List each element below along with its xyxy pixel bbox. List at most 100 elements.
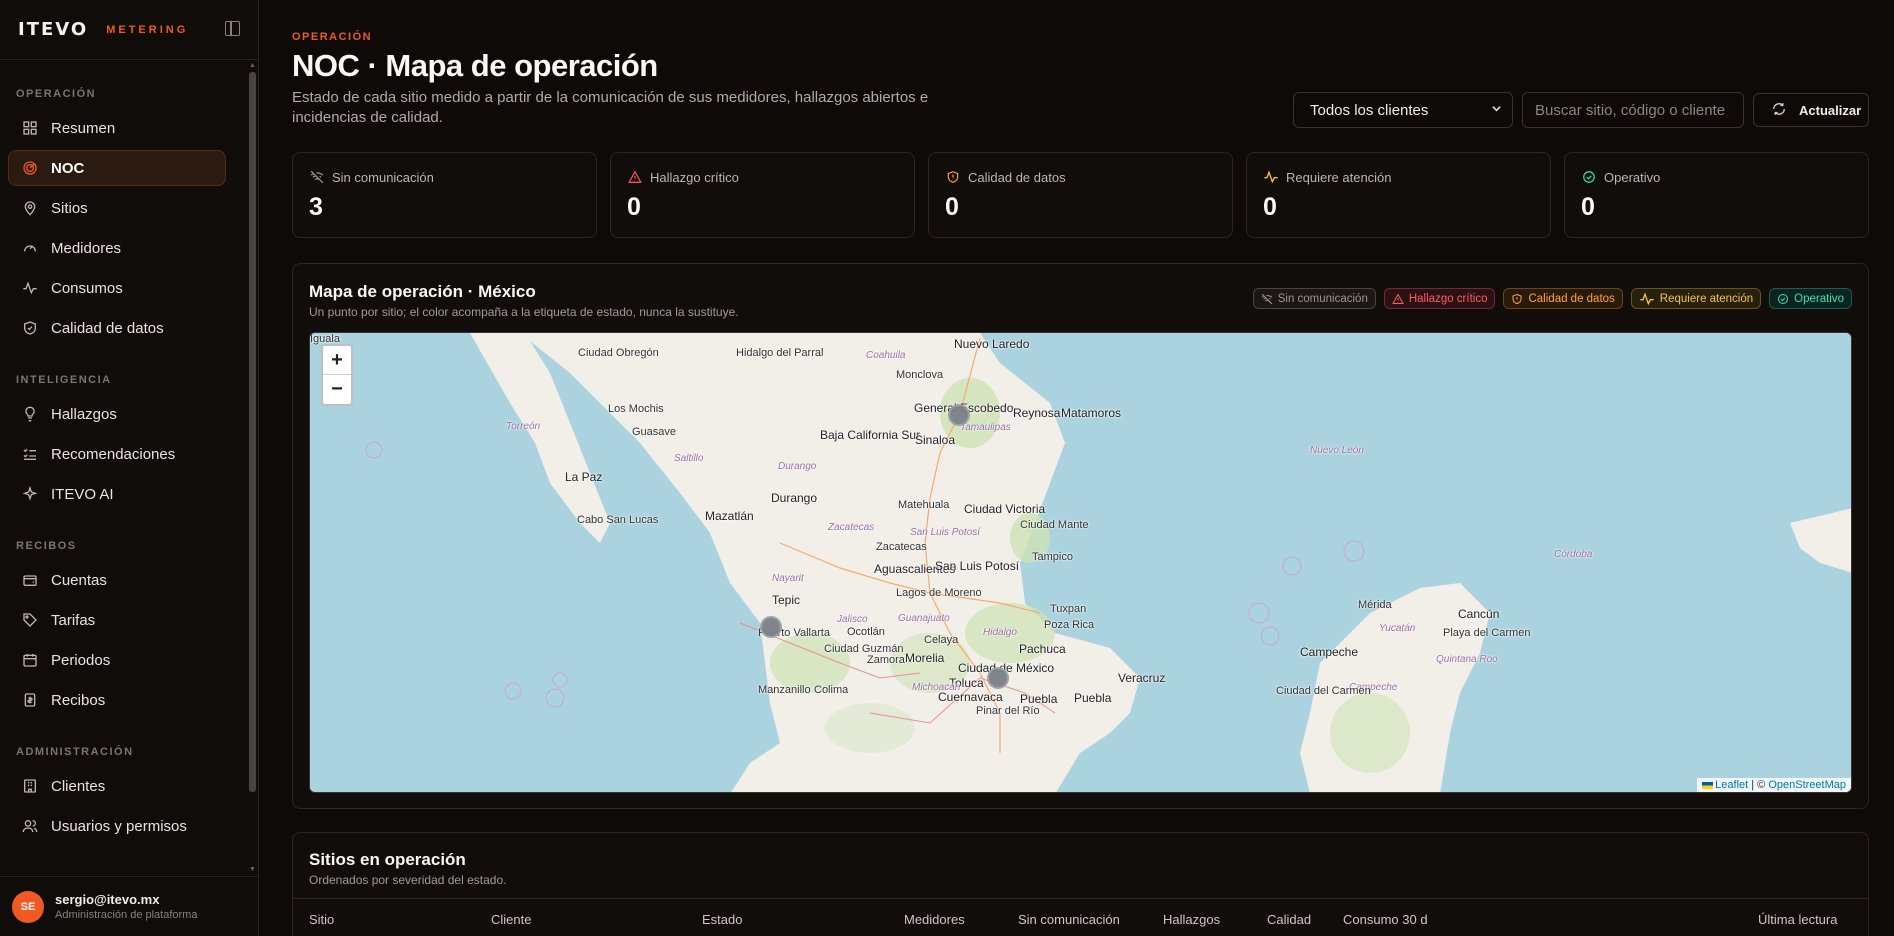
map-place-label: Puebla [1020, 692, 1058, 706]
table-column-header[interactable]: Medidores [904, 912, 965, 927]
kpi-label: Calidad de datos [968, 169, 1066, 185]
kpi-label: Sin comunicación [332, 169, 434, 185]
sites-table-title: Sitios en operación [309, 850, 466, 869]
sidebar-item-medidores[interactable]: Medidores [8, 230, 226, 266]
users-icon [21, 817, 39, 835]
sidebar-item-label: Medidores [51, 239, 122, 257]
sidebar-item-consumos[interactable]: Consumos [8, 270, 226, 306]
sidebar-item-label: Clientes [51, 777, 106, 795]
radar-icon [21, 159, 39, 177]
zoom-control: + − [321, 344, 353, 406]
map-place-label: Torreón [506, 421, 541, 432]
map-place-label: Puebla [1074, 691, 1112, 705]
leaflet-link[interactable]: Leaflet [1715, 779, 1748, 791]
sidebar-item-usuarios-y-permisos[interactable]: Usuarios y permisos [8, 808, 226, 844]
legend-pill: Hallazgo crítico [1383, 288, 1496, 309]
map-basemap [310, 333, 1851, 792]
kpi-card[interactable]: Operativo 0 [1564, 152, 1869, 238]
zoom-in-button[interactable]: + [323, 346, 351, 375]
nav-section-title: OPERACIÓN [16, 88, 97, 100]
client-select[interactable]: Todos los clientes [1293, 92, 1513, 128]
kpi-card[interactable]: Sin comunicación 3 [292, 152, 597, 238]
user-email: sergio@itevo.mx [55, 892, 160, 907]
table-column-header[interactable]: Cliente [491, 912, 531, 927]
gauge-icon [21, 239, 39, 257]
sidebar-scrollbar[interactable]: ▲ ▼ [249, 62, 256, 874]
brand-tag: METERING [106, 23, 189, 36]
map-place-label: Tuxpan [1050, 603, 1087, 615]
scroll-down-arrow-icon[interactable]: ▼ [249, 866, 256, 874]
legend-label: Sin comunicación [1277, 292, 1368, 305]
sidebar-item-calidad-de-datos[interactable]: Calidad de datos [8, 310, 226, 346]
sidebar-item-recomendaciones[interactable]: Recomendaciones [8, 436, 226, 472]
site-marker[interactable] [948, 404, 970, 426]
map-place-label: Matehuala [898, 499, 950, 511]
sidebar-item-cuentas[interactable]: Cuentas [8, 562, 226, 598]
user-profile[interactable]: SE sergio@itevo.mx Administración de pla… [0, 876, 259, 936]
map-card: Mapa de operación · México Un punto por … [292, 263, 1869, 809]
operation-map[interactable]: Nuevo Laredo Ciudad Obregón Hidalgo del Pa… [309, 332, 1852, 793]
map-attribution: Leaflet | © OpenStreetMap [1697, 778, 1851, 792]
sidebar-item-noc[interactable]: NOC [8, 150, 226, 186]
map-place-label: Nayarit [772, 573, 804, 584]
map-place-label: Los Mochis [608, 403, 664, 415]
map-place-label: Saltillo [674, 453, 704, 464]
kpi-card[interactable]: Hallazgo crítico 0 [610, 152, 915, 238]
legend-label: Calidad de datos [1528, 292, 1615, 305]
map-place-label: Cancún [1458, 607, 1500, 621]
list-check-icon [21, 445, 39, 463]
collapse-sidebar-icon[interactable] [225, 21, 240, 36]
scroll-up-arrow-icon[interactable]: ▲ [249, 62, 256, 70]
kpi-value: 0 [1263, 193, 1277, 221]
search-input[interactable] [1522, 92, 1744, 128]
sidebar-item-resumen[interactable]: Resumen [8, 110, 226, 146]
osm-link[interactable]: OpenStreetMap [1768, 779, 1846, 791]
kpi-value: 3 [309, 193, 323, 221]
map-place-label: Playa del Carmen [1443, 627, 1531, 639]
map-place-label: Zamora [867, 654, 905, 666]
sidebar: ITEVO METERING OPERACIÓN Resumen NOC Sitios… [0, 0, 259, 936]
kpi-value: 0 [945, 193, 959, 221]
sidebar-item-hallazgos[interactable]: Hallazgos [8, 396, 226, 432]
sidebar-item-clientes[interactable]: Clientes [8, 768, 226, 804]
site-marker[interactable] [987, 667, 1009, 689]
sidebar-item-itevo-ai[interactable]: ITEVO AI [8, 476, 226, 512]
map-place-label: Tamaulipas [960, 422, 1011, 433]
kpi-card[interactable]: Requiere atención 0 [1246, 152, 1551, 238]
check-circle-icon [1777, 293, 1789, 305]
sidebar-item-periodos[interactable]: Periodos [8, 642, 226, 678]
table-column-header[interactable]: Sitio [309, 912, 334, 927]
map-place-label: Hidalgo del Parral [736, 347, 824, 359]
sidebar-item-label: Cuentas [51, 571, 107, 589]
table-column-header[interactable]: Consumo 30 d [1343, 912, 1428, 927]
table-column-header[interactable]: Sin comunicación [1018, 912, 1120, 927]
map-card-subtitle: Un punto por sitio; el color acompaña a … [309, 305, 739, 319]
map-place-label: Ciudad Obregón [578, 347, 659, 359]
sidebar-item-recibos[interactable]: Recibos [8, 682, 226, 718]
table-column-header[interactable]: Última lectura [1758, 912, 1837, 927]
site-marker[interactable] [760, 616, 782, 638]
map-place-label: Colima [814, 684, 849, 696]
map-pin-icon [21, 199, 39, 217]
table-column-header[interactable]: Hallazgos [1163, 912, 1220, 927]
table-column-header[interactable]: Calidad [1267, 912, 1311, 927]
table-column-header[interactable]: Estado [702, 912, 742, 927]
map-place-label: Baja California Sur [820, 428, 921, 442]
sidebar-item-sitios[interactable]: Sitios [8, 190, 226, 226]
sidebar-item-label: Tarifas [51, 611, 96, 629]
map-place-label: Zacatecas [828, 522, 875, 533]
scroll-thumb[interactable] [249, 72, 256, 792]
map-place-label: Tampico [1032, 551, 1073, 563]
activity-icon [21, 279, 39, 297]
shield-check-icon [21, 319, 39, 337]
sidebar-item-tarifas[interactable]: Tarifas [8, 602, 226, 638]
kpi-card[interactable]: Calidad de datos 0 [928, 152, 1233, 238]
zoom-out-button[interactable]: − [323, 375, 351, 404]
refresh-button[interactable]: Actualizar [1753, 93, 1869, 127]
legend-pill: Calidad de datos [1503, 288, 1623, 309]
check-circle-icon [1581, 169, 1597, 185]
map-place-label: Tepic [772, 593, 801, 607]
map-place-label: Guanajuato [898, 613, 950, 624]
brand-logo[interactable]: ITEVO [18, 19, 88, 40]
nav-section-title: RECIBOS [16, 540, 77, 552]
